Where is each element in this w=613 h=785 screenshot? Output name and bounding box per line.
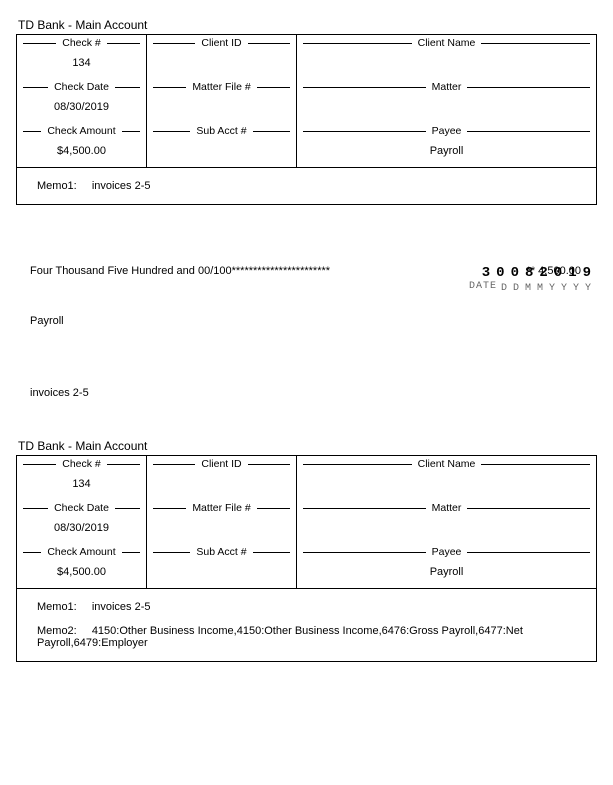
stub2-matter-value	[297, 514, 596, 542]
stub2-sub-acct-value	[147, 558, 296, 586]
stub2-client-id-label: Client ID	[195, 458, 247, 470]
check-stub-1: TD Bank - Main Account Check # 134 Clien…	[16, 18, 597, 205]
stub1-matter-file-label: Matter File #	[186, 81, 256, 93]
stub2-memo2-value: 4150:Other Business Income,4150:Other Bu…	[37, 625, 523, 649]
stub2-memo1-label: Memo1:	[37, 601, 77, 613]
check-amount-words: Four Thousand Five Hundred and 00/100***…	[30, 265, 330, 277]
stub1-client-id-value	[147, 49, 296, 77]
stub2-memo1-value: invoices 2-5	[92, 601, 151, 613]
stub1-check-amount-label: Check Amount	[41, 125, 121, 137]
stub2-check-no-label: Check #	[56, 458, 107, 470]
stub1-check-date-value: 08/30/2019	[17, 93, 146, 123]
check-body: 30082019 DATE DDMMYYYY Four Thousand Five…	[30, 265, 597, 399]
stub2-check-date-value: 08/30/2019	[17, 514, 146, 544]
check-stub-2: TD Bank - Main Account Check # 134 Clien…	[16, 439, 597, 662]
stub1-matter-file-value	[147, 93, 296, 121]
stub1-check-date-label: Check Date	[48, 81, 115, 93]
stub2-check-amount-value: $4,500.00	[17, 558, 146, 588]
check-date-block: 30082019 DATE DDMMYYYY	[469, 265, 597, 294]
stub2-matter-file-value	[147, 514, 296, 542]
stub1-client-name-label: Client Name	[412, 37, 482, 49]
stub1-client-id-label: Client ID	[195, 37, 247, 49]
stub2-memo1-row: Memo1: invoices 2-5	[17, 588, 596, 619]
account-title: TD Bank - Main Account	[18, 18, 597, 32]
stub2-check-date-label: Check Date	[48, 502, 115, 514]
stub1-client-name-value	[297, 49, 596, 77]
stub1-payee-value: Payroll	[297, 137, 596, 167]
stub1-sub-acct-value	[147, 137, 296, 165]
check-payee: Payroll	[30, 315, 597, 327]
stub1-memo1-label: Memo1:	[37, 180, 77, 192]
stub1-payee-label: Payee	[426, 125, 468, 137]
stub1-check-no-label: Check #	[56, 37, 107, 49]
stub2-grid: Check # 134 Client ID Client Name Check …	[16, 455, 597, 662]
stub2-client-id-value	[147, 470, 296, 498]
stub2-check-no-value: 134	[17, 470, 146, 500]
stub2-client-name-label: Client Name	[412, 458, 482, 470]
stub1-sub-acct-label: Sub Acct #	[190, 125, 252, 137]
check-date-word: DATE	[469, 281, 497, 292]
stub1-memo1-value: invoices 2-5	[92, 180, 151, 192]
stub2-payee-value: Payroll	[297, 558, 596, 588]
stub1-matter-value	[297, 93, 596, 121]
stub2-memo2-row: Memo2: 4150:Other Business Income,4150:O…	[17, 619, 596, 661]
stub1-memo1-row: Memo1: invoices 2-5	[17, 167, 596, 204]
stub2-matter-label: Matter	[426, 502, 468, 514]
check-memo: invoices 2-5	[30, 387, 597, 399]
stub2-client-name-value	[297, 470, 596, 498]
stub2-sub-acct-label: Sub Acct #	[190, 546, 252, 558]
stub1-check-amount-value: $4,500.00	[17, 137, 146, 167]
stub2-check-amount-label: Check Amount	[41, 546, 121, 558]
stub1-grid: Check # 134 Client ID Client Name Check …	[16, 34, 597, 205]
account-title-2: TD Bank - Main Account	[18, 439, 597, 453]
check-date-digits: 30082019	[469, 265, 597, 281]
stub2-matter-file-label: Matter File #	[186, 502, 256, 514]
stub2-payee-label: Payee	[426, 546, 468, 558]
stub1-check-no-value: 134	[17, 49, 146, 79]
stub2-memo2-label: Memo2:	[37, 625, 77, 637]
stub1-matter-label: Matter	[426, 81, 468, 93]
check-date-pattern: DDMMYYYY	[501, 283, 597, 294]
